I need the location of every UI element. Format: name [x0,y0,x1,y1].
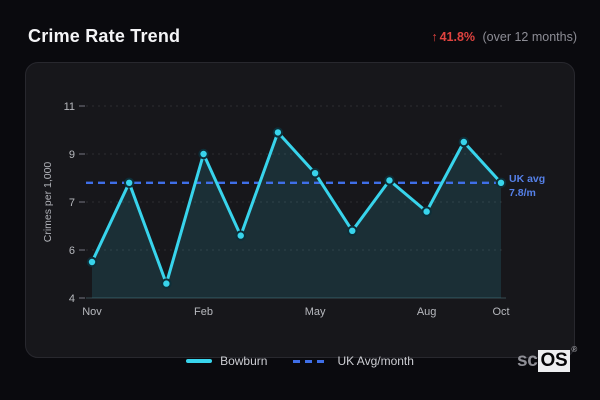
data-point-feb[interactable] [198,148,209,160]
legend-label: Bowburn [220,354,268,368]
y-tick-label: 4 [69,293,75,305]
legend-line-swatch [186,359,213,363]
uk-avg-label-line1: UK avg [509,173,545,185]
data-point-aug[interactable] [421,206,432,217]
y-axis-title: Crimes per 1,000 [42,162,54,243]
uk-avg-label-line2: 7.8/m [509,187,536,199]
data-point-nov[interactable] [86,256,98,268]
y-tick-label: 7 [69,197,75,209]
trend-stat: ↑ 41.8% (over 12 months) [431,30,577,44]
data-point-oct[interactable] [495,177,507,189]
crime-trend-chart: 11 9 7 6 4 Nov Feb May Aug Oct Crimes per 1,000 UK … [42,101,545,318]
y-tick-label: 6 [69,245,75,257]
legend-label: UK Avg/month [337,354,414,368]
x-tick-label-may: May [305,306,326,318]
x-tick-label-oct: Oct [492,306,509,318]
crime-dashboard: Crime Rate Trend ↑ 41.8% (over 12 months)… [0,0,600,400]
data-point-may[interactable] [309,168,321,179]
data-point-sep[interactable] [458,136,470,148]
legend-item-uk-avg-month[interactable]: UK Avg/month [293,354,414,368]
x-tick-label-feb: Feb [194,306,213,318]
chart-card: 11 9 7 6 4 Nov Feb May Aug Oct Crimes per 1,000 UK … [25,62,575,358]
data-point-dec[interactable] [123,177,135,189]
chart-legend: Bowburn UK Avg/month [0,351,600,371]
up-arrow-icon: ↑ [431,30,438,44]
delta-value: 41.8% [439,30,476,44]
legend-dashed-swatch [293,359,330,363]
logo-main: OS [537,350,571,372]
data-point-jun[interactable] [347,225,358,237]
x-tick-label-aug: Aug [417,306,437,318]
page-title: Crime Rate Trend [28,26,181,46]
data-point-apr[interactable] [272,127,284,138]
data-point-jan[interactable] [161,278,172,289]
y-tick-label: 11 [64,101,75,113]
data-point-mar[interactable] [235,230,246,241]
legend-item-bowburn[interactable]: Bowburn [186,354,267,368]
y-tick-label: 9 [69,149,75,161]
delta-context: (over 12 months) [482,30,577,44]
x-tick-label-nov: Nov [82,306,102,318]
registered-mark-icon: ® [571,344,577,354]
scos-logo: sc OS® [516,345,577,372]
series-area-fill [92,132,501,298]
data-point-jul[interactable] [384,175,395,186]
logo-prefix: sc [516,350,538,371]
